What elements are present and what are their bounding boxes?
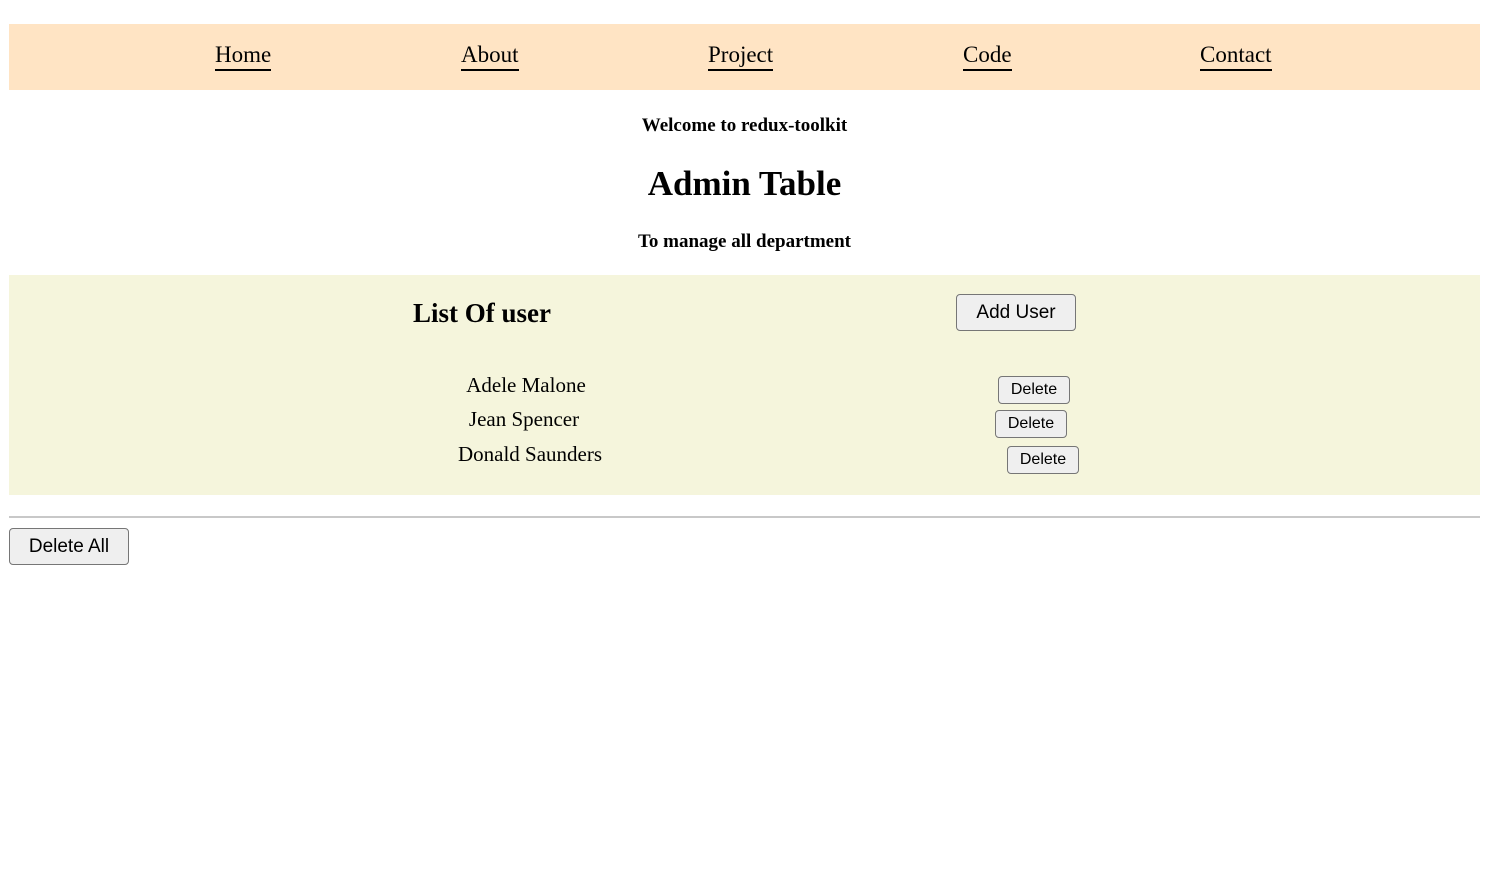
delete-user-button[interactable]: Delete bbox=[1007, 446, 1079, 474]
nav-link-home[interactable]: Home bbox=[215, 41, 272, 71]
navbar: Home About Project Code Contact bbox=[9, 24, 1480, 90]
user-name: Adele Malone bbox=[466, 373, 586, 397]
delete-user-button[interactable]: Delete bbox=[995, 410, 1067, 438]
divider bbox=[9, 516, 1480, 518]
add-user-button[interactable]: Add User bbox=[956, 294, 1076, 331]
page-subtitle: To manage all department bbox=[637, 231, 852, 252]
page-title: Admin Table bbox=[647, 164, 842, 203]
nav-link-about[interactable]: About bbox=[461, 41, 519, 71]
user-name: Jean Spencer bbox=[468, 407, 580, 431]
nav-link-contact[interactable]: Contact bbox=[1200, 41, 1272, 71]
delete-user-button[interactable]: Delete bbox=[998, 376, 1070, 404]
user-list-panel: List Of user Add User Adele Malone Delet… bbox=[9, 275, 1480, 495]
user-list-heading: List Of user bbox=[413, 298, 551, 328]
nav-link-project[interactable]: Project bbox=[708, 41, 774, 71]
nav-link-code[interactable]: Code bbox=[963, 41, 1012, 71]
welcome-text: Welcome to redux-toolkit bbox=[641, 115, 848, 136]
user-name: Donald Saunders bbox=[457, 442, 603, 466]
delete-all-button[interactable]: Delete All bbox=[9, 528, 129, 565]
